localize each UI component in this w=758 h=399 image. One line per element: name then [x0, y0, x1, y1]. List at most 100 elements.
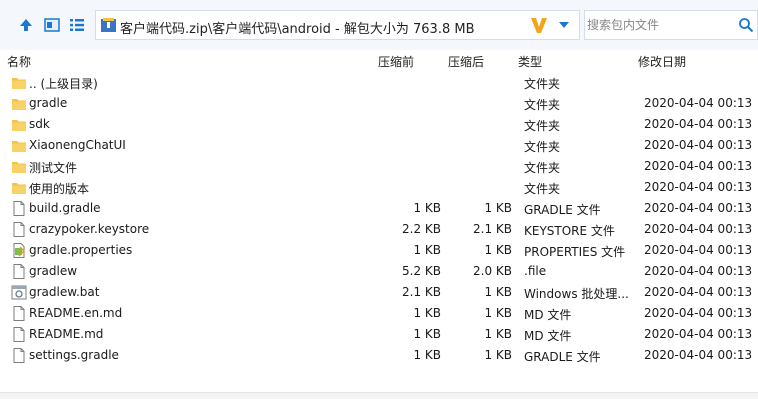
file-type: 文件夹 [524, 77, 561, 91]
compressed-size: 1 KB [413, 348, 441, 362]
file-icon [11, 201, 27, 216]
compressed-size: 2.2 KB [402, 222, 441, 236]
original-size: 2.0 KB [473, 264, 512, 278]
compressed-size: 1 KB [413, 243, 441, 257]
file-type: GRADLE 文件 [524, 203, 601, 217]
folder-icon [11, 180, 27, 195]
file-name: gradlew [29, 264, 78, 278]
file-row[interactable]: gradlew.bat 2.1 KB 1 KB Windows 批处理... 2020-… [0, 282, 758, 303]
file-type: PROPERTIES 文件 [524, 245, 626, 259]
compressed-size: 1 KB [413, 306, 441, 320]
file-name: build.gradle [29, 201, 101, 215]
modified-date: 2020-04-04 00:13 [644, 243, 753, 257]
file-row[interactable]: README.md 1 KB 1 KB MD 文件 2020-04-04 00:13 [0, 324, 758, 345]
file-type: 文件夹 [524, 140, 561, 154]
file-row[interactable]: .. (上级目录) 文件夹 [0, 72, 758, 93]
modified-date: 2020-04-04 00:13 [644, 348, 753, 362]
modified-date: 2020-04-04 00:13 [644, 159, 753, 173]
original-size: 1 KB [484, 285, 512, 299]
file-name: crazypoker.keystore [29, 222, 150, 236]
file-row[interactable]: 测试文件 文件夹 2020-04-04 00:13 [0, 156, 758, 177]
modified-date: 2020-04-04 00:13 [644, 117, 753, 131]
file-row[interactable]: gradle.properties 1 KB 1 KB PROPERTIES 文件 20… [0, 240, 758, 261]
file-row[interactable]: XiaonengChatUI 文件夹 2020-04-04 00:13 [0, 135, 758, 156]
original-size: 1 KB [484, 201, 512, 215]
view-mode-icon[interactable] [43, 16, 61, 34]
file-name: gradlew.bat [29, 285, 100, 299]
modified-date: 2020-04-04 00:13 [644, 138, 753, 152]
file-row[interactable]: build.gradle 1 KB 1 KB GRADLE 文件 2020-04-04 … [0, 198, 758, 219]
properties-file-icon [11, 243, 27, 258]
col-header-modified[interactable]: 修改日期 [638, 53, 686, 70]
file-row[interactable]: 使用的版本 文件夹 2020-04-04 00:13 [0, 177, 758, 198]
file-type: KEYSTORE 文件 [524, 224, 615, 238]
archive-icon [100, 17, 118, 33]
file-name: README.en.md [29, 306, 123, 320]
original-size: 1 KB [484, 327, 512, 341]
folder-icon [11, 138, 27, 153]
file-type: 文件夹 [524, 182, 561, 196]
file-row[interactable]: README.en.md 1 KB 1 KB MD 文件 2020-04-04 00:1… [0, 303, 758, 324]
file-icon [11, 306, 27, 321]
file-row[interactable]: settings.gradle 1 KB 1 KB GRADLE 文件 2020-04-… [0, 345, 758, 366]
file-type: MD 文件 [524, 329, 572, 343]
modified-date: 2020-04-04 00:13 [644, 306, 753, 320]
modified-date: 2020-04-04 00:13 [644, 264, 753, 278]
file-type: Windows 批处理... [524, 287, 629, 301]
file-type: 文件夹 [524, 119, 561, 133]
file-name: 测试文件 [29, 161, 78, 175]
search-input[interactable] [585, 11, 735, 39]
file-name: gradle.properties [29, 243, 133, 257]
list-view-icon[interactable] [68, 16, 86, 34]
modified-date: 2020-04-04 00:13 [644, 96, 753, 110]
up-arrow-icon[interactable] [17, 16, 35, 34]
file-type: GRADLE 文件 [524, 350, 601, 364]
search-icon[interactable] [738, 17, 754, 33]
search-box [584, 10, 758, 40]
original-size: 1 KB [484, 243, 512, 257]
col-header-original[interactable]: 压缩后 [448, 53, 484, 70]
file-row[interactable]: crazypoker.keystore 2.2 KB 2.1 KB KEYSTORE … [0, 219, 758, 240]
file-row[interactable]: gradle 文件夹 2020-04-04 00:13 [0, 93, 758, 114]
file-name: sdk [29, 117, 50, 131]
compressed-size: 1 KB [413, 201, 441, 215]
toolbar: 客户端代码.zip\客户端代码\android - 解包大小为 763.8 MB [0, 0, 758, 50]
status-strip [0, 392, 758, 399]
modified-date: 2020-04-04 00:13 [644, 222, 753, 236]
file-type: .file [524, 264, 547, 278]
address-bar[interactable]: 客户端代码.zip\客户端代码\android - 解包大小为 763.8 MB [95, 10, 580, 40]
compressed-size: 5.2 KB [402, 264, 441, 278]
file-name: README.md [29, 327, 104, 341]
file-name: XiaonengChatUI [29, 138, 126, 152]
file-icon [11, 327, 27, 342]
file-name: .. (上级目录) [29, 77, 98, 91]
compressed-size: 2.1 KB [402, 285, 441, 299]
folder-icon [11, 117, 27, 132]
file-row[interactable]: gradlew 5.2 KB 2.0 KB .file 2020-04-04 00:13 [0, 261, 758, 282]
address-path: 客户端代码.zip\客户端代码\android - 解包大小为 763.8 MB [120, 22, 475, 37]
file-type: 文件夹 [524, 98, 561, 112]
file-type: MD 文件 [524, 308, 572, 322]
file-type: 文件夹 [524, 161, 561, 175]
modified-date: 2020-04-04 00:13 [644, 201, 753, 215]
col-header-type[interactable]: 类型 [518, 53, 542, 70]
modified-date: 2020-04-04 00:13 [644, 327, 753, 341]
col-header-compressed[interactable]: 压缩前 [378, 53, 414, 70]
column-header: 名称 压缩前 压缩后 类型 修改日期 [0, 50, 758, 70]
folder-icon [11, 75, 27, 90]
folder-icon [11, 96, 27, 111]
modified-date: 2020-04-04 00:13 [644, 285, 753, 299]
original-size: 1 KB [484, 306, 512, 320]
compressed-size: 1 KB [413, 327, 441, 341]
chevron-down-icon[interactable] [556, 19, 572, 31]
original-size: 2.1 KB [473, 222, 512, 236]
file-name: 使用的版本 [29, 182, 90, 196]
file-icon [11, 348, 27, 363]
file-icon [11, 222, 27, 237]
file-row[interactable]: sdk 文件夹 2020-04-04 00:13 [0, 114, 758, 135]
original-size: 1 KB [484, 348, 512, 362]
modified-date: 2020-04-04 00:13 [644, 180, 753, 194]
col-header-name[interactable]: 名称 [7, 53, 31, 70]
brand-v-icon[interactable] [529, 14, 549, 36]
file-name: settings.gradle [29, 348, 119, 362]
